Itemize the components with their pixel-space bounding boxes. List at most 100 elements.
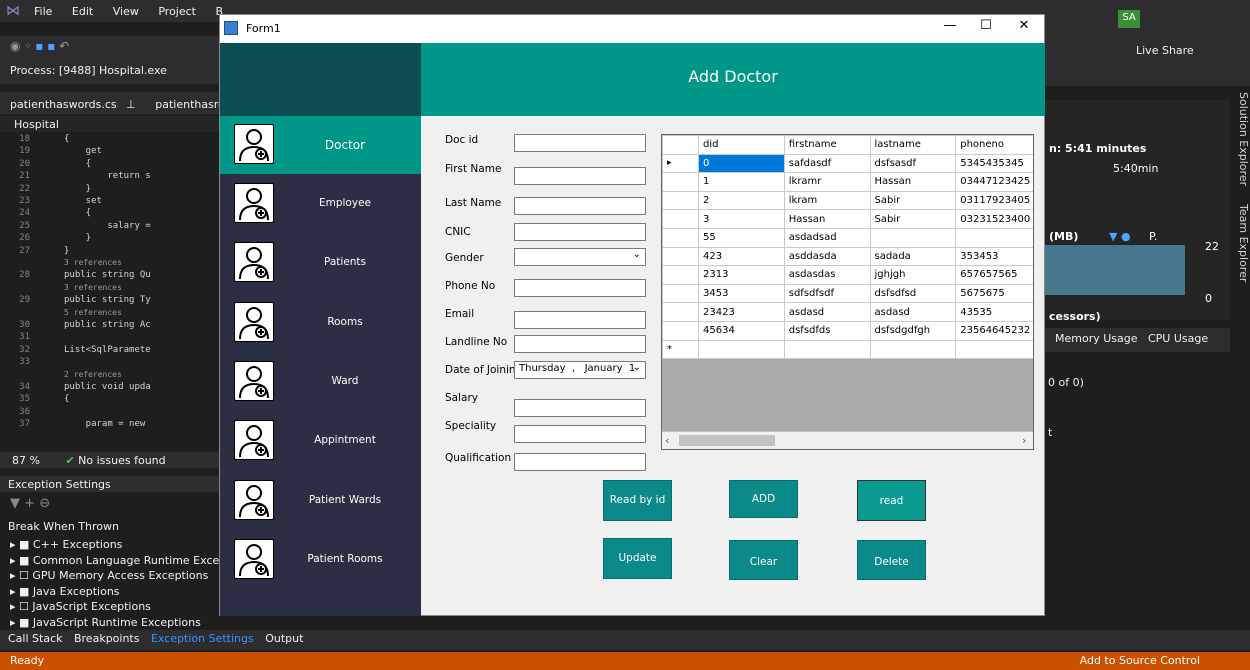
table-cell[interactable]: asdasd — [869, 302, 957, 322]
table-cell[interactable]: 55 — [698, 227, 785, 248]
table-row[interactable]: 3 Hassan Sabir 03231523400 — [662, 209, 1033, 229]
menu-edit[interactable]: Edit — [72, 5, 93, 18]
field-input[interactable] — [514, 399, 646, 417]
column-header[interactable]: phoneno — [955, 135, 1033, 155]
row-header[interactable] — [662, 283, 699, 304]
scroll-right-icon[interactable]: › — [1022, 434, 1026, 447]
checkbox-icon[interactable]: ▸ ■ — [10, 538, 33, 551]
row-header[interactable] — [662, 302, 699, 322]
table-cell[interactable]: safdasdf — [783, 153, 871, 174]
sidebar-item-patient-wards[interactable]: Patient Wards — [220, 472, 421, 530]
code-line[interactable]: public void upda — [64, 382, 151, 392]
tab-exception-settings[interactable]: Exception Settings — [151, 632, 254, 645]
add-to-source-control[interactable]: Add to Source Control — [1080, 654, 1200, 668]
sidebar-item-doctor[interactable]: Doctor — [220, 116, 421, 174]
table-cell[interactable]: 23564645232 — [955, 320, 1033, 341]
maximize-button[interactable]: ☐ — [968, 18, 1004, 40]
table-cell[interactable]: 3 — [698, 209, 785, 229]
row-header[interactable] — [662, 227, 699, 248]
table-row[interactable]: 23423 asdasd asdasd 43535 — [662, 302, 1033, 322]
code-line[interactable]: } — [64, 184, 91, 194]
table-cell[interactable]: dsfsdfsd — [869, 283, 957, 304]
table-row[interactable]: ▸ 0 safdasdf dsfsasdf 5345435345 — [662, 153, 1033, 174]
zoom-level[interactable]: 87 % — [12, 454, 40, 467]
table-row[interactable]: 3453 sdfsdfsdf dsfsdfsd 5675675 — [662, 283, 1033, 304]
remove-icon[interactable]: ⊖ — [39, 496, 50, 511]
row-header[interactable] — [662, 320, 699, 341]
code-line[interactable]: public string Ty — [64, 295, 151, 305]
code-line[interactable]: param = new — [64, 419, 146, 429]
table-cell[interactable] — [869, 339, 957, 360]
tab-patienthaswords[interactable]: patienthaswords.cs — [10, 98, 117, 111]
table-cell[interactable]: lkramr — [783, 172, 871, 192]
row-header[interactable] — [662, 246, 699, 267]
chevron-down-icon[interactable]: ⌄ — [633, 249, 641, 260]
add-icon[interactable]: + — [24, 496, 35, 511]
checkbox-icon[interactable]: ▸ ☐ — [10, 600, 32, 613]
table-cell[interactable]: 353453 — [955, 246, 1033, 267]
table-row[interactable]: 423 asddasda sadada 353453 — [662, 246, 1033, 267]
table-cell[interactable]: asdadsad — [783, 227, 871, 248]
pin-icon[interactable]: ⊥ — [126, 98, 136, 111]
table-cell[interactable] — [955, 227, 1033, 248]
exception-item[interactable]: ▸ ☐ JavaScript Exceptions — [0, 600, 230, 616]
table-cell[interactable] — [955, 339, 1033, 360]
table-cell[interactable]: asdasdas — [783, 265, 871, 285]
save-all-icon[interactable]: ▪ — [47, 39, 55, 53]
table-cell[interactable] — [869, 227, 957, 248]
code-editor[interactable]: 18 {19 get 20 {21 return s 22 } 23 set 24 {25… — [0, 132, 230, 452]
menu-view[interactable]: View — [113, 5, 139, 18]
minimize-button[interactable]: — — [932, 18, 968, 40]
table-cell[interactable]: Hassan — [869, 172, 957, 192]
checkbox-icon[interactable]: ▸ ■ — [10, 616, 33, 629]
field-input[interactable] — [514, 167, 646, 185]
table-cell[interactable]: 2 — [698, 190, 785, 211]
back-icon[interactable]: ◉ — [10, 39, 20, 53]
table-cell[interactable]: 3453 — [698, 283, 785, 304]
table-cell[interactable]: 2313 — [698, 265, 785, 285]
chevron-down-icon[interactable]: ⌄ — [633, 362, 641, 373]
table-cell[interactable]: 23423 — [698, 302, 785, 322]
table-cell[interactable]: 0 — [698, 153, 785, 174]
code-line[interactable]: } — [64, 233, 91, 243]
row-header[interactable]: ▸ — [662, 153, 699, 174]
code-line[interactable]: public string Ac — [64, 320, 151, 330]
table-cell[interactable]: Sabir — [869, 190, 957, 211]
field-input[interactable] — [514, 453, 646, 471]
code-line[interactable]: 5 references — [64, 308, 122, 317]
read-by-id-button[interactable]: Read by id — [603, 480, 672, 521]
table-row[interactable]: 45634 dsfsdfds dsfsdgdfgh 23564645232 — [662, 320, 1033, 341]
table-cell[interactable]: 45634 — [698, 320, 785, 341]
sidebar-item-employee[interactable]: Employee — [220, 175, 421, 233]
user-avatar[interactable]: SA — [1118, 10, 1140, 28]
code-line[interactable]: return s — [64, 171, 150, 181]
table-row[interactable]: 55 asdadsad — [662, 227, 1033, 248]
menu-project[interactable]: Project — [158, 5, 196, 18]
code-line[interactable]: List<SqlParamete — [64, 345, 151, 355]
code-line[interactable]: { — [64, 134, 69, 144]
code-line[interactable]: { — [64, 394, 69, 404]
field-input[interactable] — [514, 425, 646, 443]
code-line[interactable]: } — [64, 246, 69, 256]
table-cell[interactable] — [698, 339, 785, 360]
undo-icon[interactable]: ↶ — [59, 39, 69, 53]
table-cell[interactable]: asdasd — [783, 302, 871, 322]
scroll-left-icon[interactable]: ‹ — [665, 434, 669, 447]
forward-icon[interactable]: ◦ — [24, 39, 31, 53]
horizontal-scrollbar[interactable]: ‹ › — [662, 431, 1033, 449]
scroll-thumb[interactable] — [679, 435, 775, 446]
field-input[interactable] — [514, 223, 646, 241]
table-cell[interactable]: sdfsdfsdf — [783, 283, 871, 304]
update-button[interactable]: Update — [603, 538, 672, 579]
table-cell[interactable]: 1 — [698, 172, 785, 192]
add-button[interactable]: ADD — [729, 480, 798, 518]
read-button[interactable]: read — [857, 480, 926, 521]
close-button[interactable]: ✕ — [1006, 18, 1042, 40]
table-cell[interactable]: dsfsasdf — [869, 153, 957, 174]
team-explorer-tab[interactable]: Team Explorer — [1237, 204, 1250, 282]
code-line[interactable]: set — [64, 196, 102, 206]
table-cell[interactable]: 03117923405 — [955, 190, 1033, 211]
filter-icon[interactable]: ▼ — [10, 496, 20, 511]
table-cell[interactable]: 03231523400 — [955, 209, 1033, 229]
row-header[interactable] — [662, 209, 699, 229]
